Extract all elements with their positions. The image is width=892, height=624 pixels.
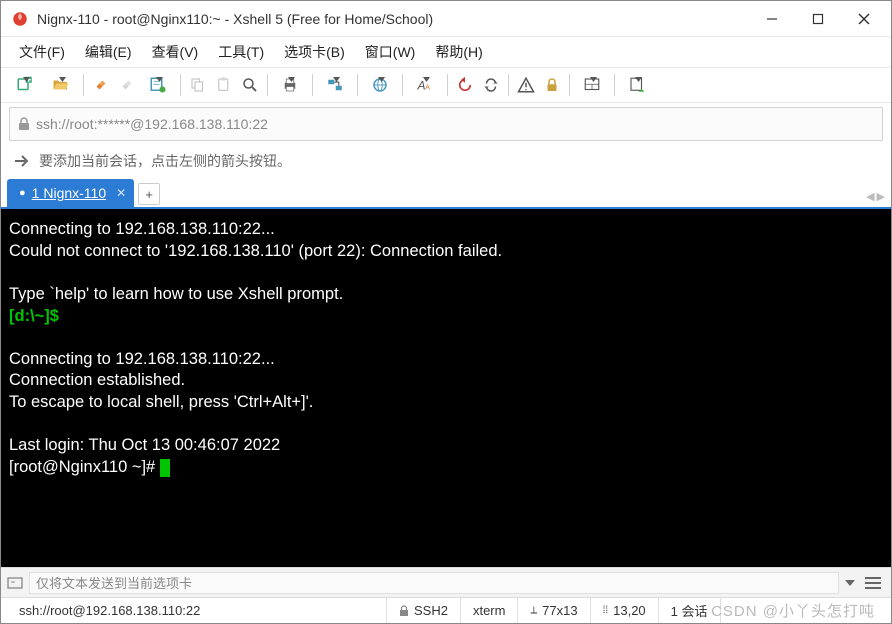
toolbar: AA — [1, 67, 891, 103]
toolbar-separator — [267, 74, 268, 96]
broadcast-placeholder: 仅将文本发送到当前选项卡 — [36, 573, 192, 592]
term-line: Could not connect to '192.168.138.110' (… — [9, 242, 502, 260]
browser-button[interactable] — [362, 72, 398, 98]
title-bar: Nignx-110 - root@Nginx110:~ - Xshell 5 (… — [1, 1, 891, 37]
status-proto: SSH2 — [387, 598, 461, 623]
toolbar-separator — [83, 74, 84, 96]
menu-tools[interactable]: 工具(T) — [208, 38, 274, 66]
connect-button[interactable] — [88, 72, 114, 98]
toolbar-separator — [614, 74, 615, 96]
terminal[interactable]: Connecting to 192.168.138.110:22... Coul… — [1, 209, 891, 567]
status-connection: ssh://root@192.168.138.110:22 — [7, 598, 387, 623]
transfer-button[interactable] — [317, 72, 353, 98]
term-line: Connection established. — [9, 371, 185, 389]
properties-button[interactable] — [140, 72, 176, 98]
toolbar-separator — [447, 74, 448, 96]
menu-bar: 文件(F) 编辑(E) 查看(V) 工具(T) 选项卡(B) 窗口(W) 帮助(… — [1, 37, 891, 67]
menu-file[interactable]: 文件(F) — [9, 38, 75, 66]
broadcast-icon — [7, 576, 23, 590]
term-line: Connecting to 192.168.138.110:22... — [9, 350, 275, 368]
address-text: ssh://root:******@192.168.138.110:22 — [36, 116, 268, 132]
copy-button[interactable] — [185, 72, 211, 98]
toolbar-separator — [402, 74, 403, 96]
address-bar[interactable]: ssh://root:******@192.168.138.110:22 — [9, 107, 883, 141]
highlight-button[interactable] — [513, 72, 539, 98]
disconnect-button[interactable] — [114, 72, 140, 98]
new-session-button[interactable] — [7, 72, 43, 98]
tab-index: 1 — [32, 185, 40, 201]
close-button[interactable] — [841, 1, 887, 36]
status-size: ⟂77x13 — [518, 598, 590, 623]
term-prompt: [d:\~]$ — [9, 307, 59, 325]
window-controls — [749, 1, 887, 36]
hint-bar: 要添加当前会话，点击左侧的箭头按钮。 — [1, 145, 891, 177]
cursor-icon — [160, 459, 170, 477]
menu-edit[interactable]: 编辑(E) — [75, 38, 142, 66]
lock-button[interactable] — [539, 72, 565, 98]
tab-prev-icon[interactable]: ◀ — [866, 190, 874, 203]
broadcast-input-bar: 仅将文本发送到当前选项卡 — [1, 567, 891, 597]
watermark: CSDN @小丫头怎打吨 — [711, 600, 875, 621]
tab-nav: ◀ ▶ — [866, 190, 885, 203]
minimize-button[interactable] — [749, 1, 795, 36]
toolbar-separator — [508, 74, 509, 96]
tab-next-icon[interactable]: ▶ — [877, 190, 885, 203]
layout-button[interactable] — [574, 72, 610, 98]
script-button[interactable] — [619, 72, 655, 98]
maximize-button[interactable] — [795, 1, 841, 36]
toolbar-separator — [569, 74, 570, 96]
status-term: xterm — [461, 598, 519, 623]
lock-icon — [18, 117, 30, 131]
toolbar-separator — [312, 74, 313, 96]
lock-icon — [399, 605, 409, 617]
tab-label: Nignx-110 — [43, 185, 106, 201]
hamburger-icon[interactable] — [861, 571, 885, 595]
toolbar-separator — [180, 74, 181, 96]
menu-view[interactable]: 查看(V) — [142, 38, 209, 66]
term-line: Last login: Thu Oct 13 00:46:07 2022 — [9, 436, 280, 454]
broadcast-input[interactable]: 仅将文本发送到当前选项卡 — [29, 572, 839, 594]
tab-strip: ● 1 Nignx-110 ✕ + ◀ ▶ — [1, 181, 891, 209]
tab-close-button[interactable]: ✕ — [112, 186, 126, 200]
reconnect-button[interactable] — [478, 72, 504, 98]
term-line: To escape to local shell, press 'Ctrl+Al… — [9, 393, 313, 411]
tab-active-indicator-icon: ● — [19, 187, 26, 199]
tab-nginx110[interactable]: ● 1 Nignx-110 ✕ — [7, 179, 134, 207]
term-line: Connecting to 192.168.138.110:22... — [9, 220, 275, 238]
status-pos: ⁞⁞13,20 — [591, 598, 659, 623]
window-title: Nignx-110 - root@Nginx110:~ - Xshell 5 (… — [37, 11, 749, 27]
term-prompt: [root@Nginx110 ~]# — [9, 458, 160, 476]
menu-help[interactable]: 帮助(H) — [425, 38, 492, 66]
paste-button[interactable] — [211, 72, 237, 98]
broadcast-dropdown-icon[interactable] — [845, 580, 855, 586]
hint-arrow-icon[interactable] — [13, 153, 31, 169]
status-bar: ssh://root@192.168.138.110:22 SSH2 xterm… — [1, 597, 891, 623]
tab-add-button[interactable]: + — [138, 183, 160, 205]
refresh-button[interactable] — [452, 72, 478, 98]
find-button[interactable] — [237, 72, 263, 98]
toolbar-separator — [357, 74, 358, 96]
app-icon — [11, 10, 29, 28]
term-line: Type `help' to learn how to use Xshell p… — [9, 285, 343, 303]
font-button[interactable]: AA — [407, 72, 443, 98]
hint-text: 要添加当前会话，点击左侧的箭头按钮。 — [39, 151, 291, 171]
menu-tabs[interactable]: 选项卡(B) — [274, 38, 355, 66]
menu-window[interactable]: 窗口(W) — [355, 38, 426, 66]
open-button[interactable] — [43, 72, 79, 98]
print-button[interactable] — [272, 72, 308, 98]
